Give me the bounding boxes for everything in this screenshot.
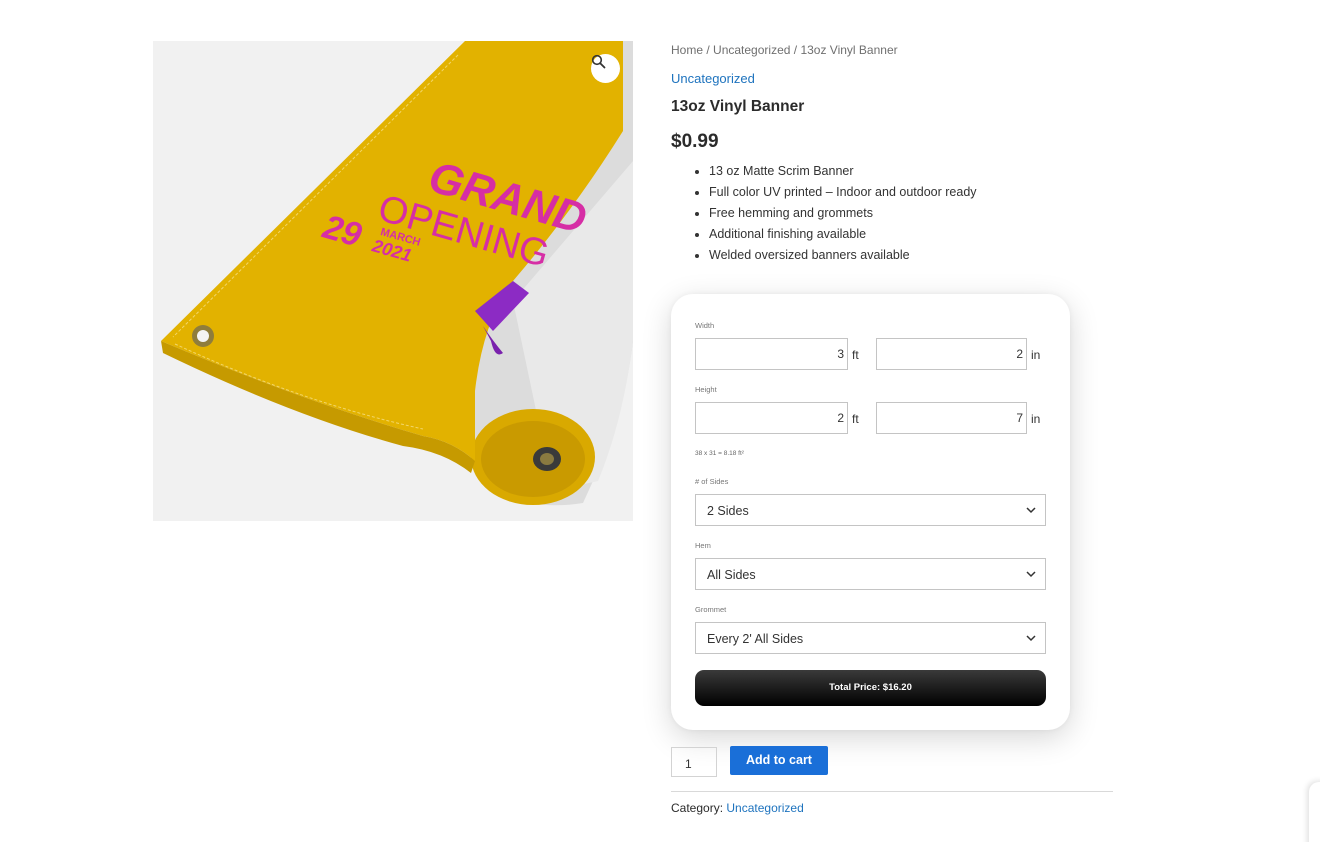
height-inches-input[interactable]: 7 xyxy=(876,402,1027,434)
hem-selected-value: All Sides xyxy=(707,568,756,582)
chevron-down-icon xyxy=(1026,571,1036,578)
divider xyxy=(671,791,1113,792)
breadcrumb: Home / Uncategorized / 13oz Vinyl Banner xyxy=(671,43,898,57)
height-feet-unit: ft xyxy=(852,412,859,426)
category-meta-label: Category: xyxy=(671,801,724,815)
sides-label: # of Sides xyxy=(695,477,729,486)
vinyl-banner-photo: GRAND OPENING 29 MARCH 2021 xyxy=(161,41,633,506)
hem-select[interactable]: All Sides xyxy=(695,558,1046,590)
width-feet-unit: ft xyxy=(852,348,859,362)
feature-item: Welded oversized banners available xyxy=(709,247,977,268)
height-inches-unit: in xyxy=(1031,412,1041,426)
width-inches-unit: in xyxy=(1031,348,1041,362)
product-category-link[interactable]: Uncategorized xyxy=(671,71,755,86)
height-feet-input[interactable]: 2 xyxy=(695,402,848,434)
product-title: 13oz Vinyl Banner xyxy=(671,98,805,115)
breadcrumb-separator: / xyxy=(790,43,801,57)
breadcrumb-current: 13oz Vinyl Banner xyxy=(800,43,898,57)
feature-item: Additional finishing available xyxy=(709,226,977,247)
product-meta: Category: Uncategorized xyxy=(671,801,804,815)
add-to-cart-button[interactable]: Add to cart xyxy=(730,746,828,775)
grommet-select[interactable]: Every 2' All Sides xyxy=(695,622,1046,654)
hem-label: Hem xyxy=(695,541,711,550)
width-label: Width xyxy=(695,321,715,330)
width-feet-input[interactable]: 3 xyxy=(695,338,848,370)
sides-select[interactable]: 2 Sides xyxy=(695,494,1046,526)
feature-item: Free hemming and grommets xyxy=(709,205,977,226)
breadcrumb-home[interactable]: Home xyxy=(671,43,703,57)
chevron-down-icon xyxy=(1026,507,1036,514)
magnifier-icon xyxy=(591,54,606,69)
height-label: Height xyxy=(695,385,717,394)
feature-item: 13 oz Matte Scrim Banner xyxy=(709,163,977,184)
price-calculator: Width 3 ft 2 in Height 2 ft 7 in 38 x 31… xyxy=(671,294,1070,730)
sides-selected-value: 2 Sides xyxy=(707,504,749,518)
grommet-selected-value: Every 2' All Sides xyxy=(707,632,804,646)
chevron-down-icon xyxy=(1026,635,1036,642)
floating-widget[interactable] xyxy=(1309,782,1320,842)
area-calculation: 38 x 31 = 8.18 ft² xyxy=(695,450,744,457)
breadcrumb-category[interactable]: Uncategorized xyxy=(713,43,790,57)
product-price: $0.99 xyxy=(671,131,719,152)
width-inches-input[interactable]: 2 xyxy=(876,338,1027,370)
product-image[interactable]: GRAND OPENING 29 MARCH 2021 xyxy=(153,41,633,521)
category-meta-link[interactable]: Uncategorized xyxy=(726,801,803,815)
zoom-button[interactable] xyxy=(591,54,620,83)
quantity-input[interactable]: 1 xyxy=(671,747,717,777)
feature-item: Full color UV printed – Indoor and outdo… xyxy=(709,184,977,205)
total-price-button[interactable]: Total Price: $16.20 xyxy=(695,670,1046,706)
feature-list: 13 oz Matte Scrim Banner Full color UV p… xyxy=(709,163,977,268)
breadcrumb-separator: / xyxy=(703,43,714,57)
grommet-label: Grommet xyxy=(695,605,727,614)
